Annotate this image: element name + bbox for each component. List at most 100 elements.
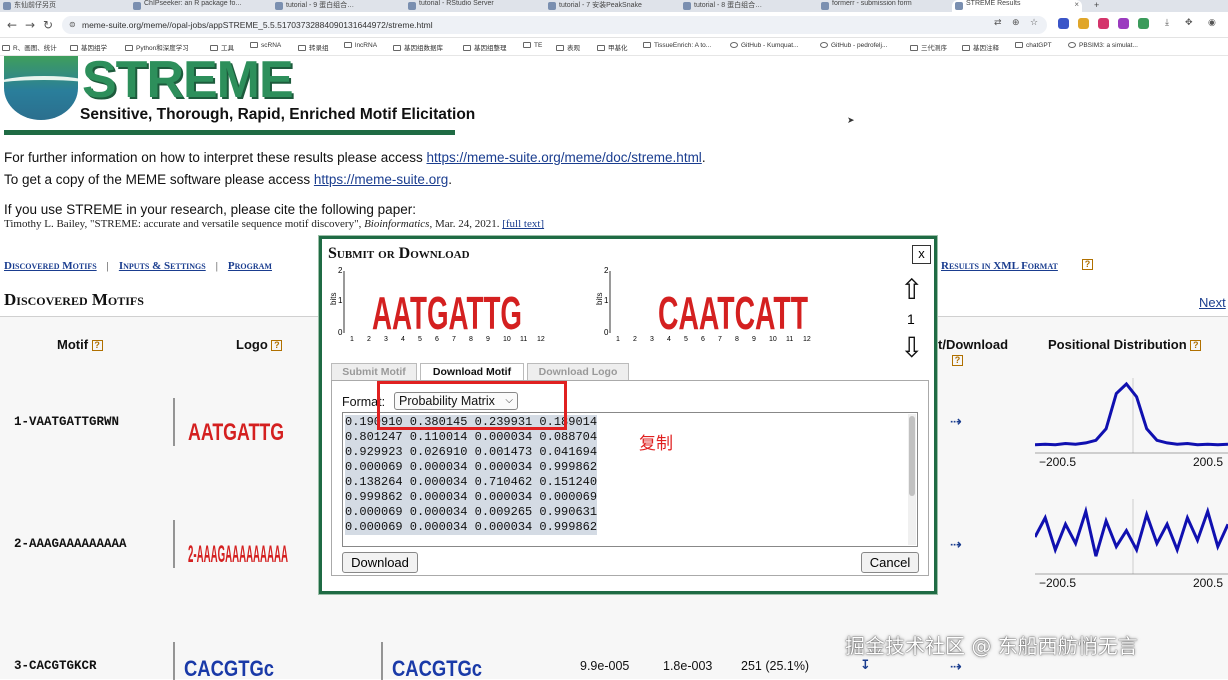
submit-download-link[interactable]: ⇢ (950, 537, 962, 553)
positional-distribution-chart: −200.5 200.5 (1035, 499, 1228, 589)
motif-logo[interactable]: AATGATTG (168, 394, 288, 450)
folder-icon (463, 45, 471, 51)
favicon-icon (133, 2, 141, 10)
help-icon[interactable]: ? (952, 355, 963, 366)
download-button[interactable]: Download (342, 552, 418, 573)
folder-icon (597, 45, 605, 51)
close-tab-icon[interactable]: × (1074, 0, 1079, 9)
next-link[interactable]: Next (1199, 295, 1226, 310)
bookmark-folder[interactable]: 转录组 (298, 42, 329, 52)
bookmark-folder[interactable]: 基因组数据库 (393, 42, 443, 52)
bookmark-folder[interactable]: 基因组整理 (463, 42, 507, 52)
logo-subtitle: Sensitive, Thorough, Rapid, Enriched Mot… (80, 106, 476, 123)
help-icon[interactable]: ? (91, 340, 103, 351)
bookmark-link[interactable]: GitHub - pedrofelj... (820, 42, 887, 49)
nav-program[interactable]: Program (228, 260, 272, 272)
zoom-icon[interactable]: ⊕ (1012, 18, 1020, 28)
previous-motif-arrow-icon[interactable]: ⇧ (900, 273, 923, 306)
textarea-scrollbar[interactable] (908, 414, 916, 545)
motif-logo-forward: bits 2 1 0 AATGATTG 1 2 3 4 5 6 7 8 9 10 11 12 (329, 266, 545, 341)
nav-discovered-motifs[interactable]: Discovered Motifs (4, 260, 97, 272)
bookmark-folder[interactable]: scRNA (250, 42, 281, 49)
address-bar[interactable]: ⊜ meme-suite.org/meme//opal-jobs/appSTRE… (62, 16, 1047, 34)
favicon-icon (683, 2, 691, 10)
axis-label-left: −200.5 (1039, 576, 1076, 589)
logo-x-tick-label: 12 (537, 336, 545, 341)
motif-logo[interactable]: CACGTGc (376, 640, 496, 680)
motif-logo-rc[interactable]: CACGTGc (168, 640, 288, 680)
bookmark-folder[interactable]: R、画图、统计 (2, 42, 57, 52)
matrix-textarea[interactable]: 0.190910 0.380145 0.239931 0.189014 0.801… (342, 412, 918, 547)
forward-icon[interactable]: → (22, 17, 38, 33)
extension-icon[interactable] (1138, 18, 1149, 29)
translate-icon[interactable]: ⇄ (994, 18, 1002, 28)
help-icon[interactable]: ? (271, 340, 283, 351)
download-icon[interactable]: ⤓ (1165, 18, 1169, 28)
full-text-link[interactable]: [full text] (502, 218, 544, 230)
back-icon[interactable]: ← (4, 17, 20, 33)
site-info-icon[interactable]: ⊜ (69, 16, 76, 34)
browser-tab-active[interactable]: STREME Results × (952, 0, 1082, 12)
browser-tab[interactable]: formerr - submission form (818, 0, 948, 12)
bookmark-folder[interactable]: 三代测序 (910, 42, 947, 52)
tab-submit-motif[interactable]: Submit Motif (331, 363, 417, 381)
logo-letters: 2-AAAGAAAAAAAAA (188, 541, 288, 568)
info-line-docs: For further information on how to interp… (4, 150, 706, 165)
extension-icon[interactable] (1098, 18, 1109, 29)
motif-logo[interactable]: 2-AAAGAAAAAAAAA (168, 516, 288, 572)
logo-x-tick-label: 8 (469, 336, 473, 341)
meme-suite-link[interactable]: https://meme-suite.org (314, 172, 448, 187)
browser-tab[interactable]: tutorial - 7 安装PeakSnake (545, 0, 675, 12)
bookmark-link[interactable]: GitHub - Kumquat... (730, 42, 798, 49)
nav-inputs-settings[interactable]: Inputs & Settings (119, 260, 206, 272)
matrix-text: 0.190910 0.380145 0.239931 0.189014 0.801… (345, 415, 598, 535)
axis-label-left: −200.5 (1039, 455, 1076, 468)
logo-x-tick-label: 2 (367, 336, 371, 341)
help-icon[interactable]: ? (1190, 340, 1202, 351)
next-motif-arrow-icon[interactable]: ⇩ (900, 331, 923, 364)
browser-tab[interactable]: tutorial - 9 蛋白组合… (272, 0, 402, 12)
bookmark-folder[interactable]: 表观 (556, 42, 580, 52)
tab-download-logo[interactable]: Download Logo (527, 363, 629, 381)
extension-icon[interactable] (1058, 18, 1069, 29)
download-arrow-icon[interactable]: ↧ (860, 658, 871, 673)
page-icon (1068, 42, 1076, 48)
help-icon[interactable]: ? (1082, 259, 1093, 270)
folder-icon (250, 42, 258, 48)
extension-icon[interactable] (1078, 18, 1089, 29)
bookmark-folder[interactable]: 甲基化 (597, 42, 628, 52)
browser-tab[interactable]: 东仙前仔另页 (0, 0, 130, 12)
extension-icon[interactable] (1118, 18, 1129, 29)
nav-results-xml[interactable]: Results in XML Format (941, 260, 1058, 272)
bookmark-link[interactable]: TissueEnrich: A to... (643, 42, 711, 49)
profile-icon[interactable]: ◉ (1208, 18, 1216, 28)
browser-tab[interactable]: tutorial - 8 蛋白组合… (680, 0, 820, 12)
watermark-text: 掘金技术社区 @ 东船西舫悄无言 (845, 634, 1138, 658)
bookmark-link[interactable]: chatGPT (1015, 42, 1052, 49)
dialog-close-button[interactable]: x (912, 245, 931, 264)
extensions-puzzle-icon[interactable]: ✥ (1185, 18, 1193, 28)
section-title: Discovered Motifs (4, 290, 144, 309)
submit-download-link[interactable]: ⇢ (950, 659, 962, 675)
scrollbar-thumb[interactable] (909, 416, 915, 496)
logo-x-tick-label: 1 (616, 336, 620, 341)
logo-x-tick-label: 7 (452, 336, 456, 341)
column-header-motif: Motif ? (57, 337, 103, 352)
browser-tab[interactable]: tutorial - RStudio Server (405, 0, 535, 12)
bookmark-folder[interactable]: TE (523, 42, 542, 49)
annotation-highlight-box (377, 381, 567, 430)
logo-tick: 0 (604, 328, 609, 337)
bookmark-star-icon[interactable]: ☆ (1030, 18, 1038, 28)
new-tab-icon[interactable]: + (1088, 0, 1108, 12)
browser-tab[interactable]: ChIPseeker: an R package fo... (130, 0, 270, 12)
reload-icon[interactable]: ↻ (40, 17, 56, 33)
logo-letters: AATGATTG (188, 419, 284, 446)
submit-download-link[interactable]: ⇢ (950, 414, 962, 430)
logo-tick: 1 (338, 296, 343, 305)
bookmark-link[interactable]: PBSIM3: a simulat... (1068, 42, 1138, 49)
docs-link[interactable]: https://meme-suite.org/meme/doc/streme.h… (426, 150, 701, 165)
bookmark-folder[interactable]: 基因注释 (962, 42, 999, 52)
bookmark-folder[interactable]: lncRNA (344, 42, 377, 49)
cancel-button[interactable]: Cancel (861, 552, 919, 573)
logo-x-tick-label: 8 (735, 336, 739, 341)
